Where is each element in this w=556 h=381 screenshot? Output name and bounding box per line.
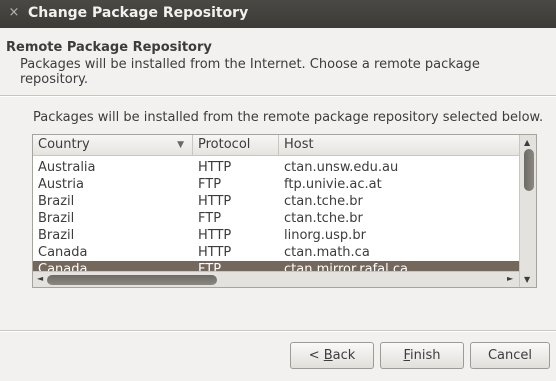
vertical-scrollbar[interactable]: ▲ ▼ <box>519 135 536 287</box>
column-header-host[interactable]: Host <box>279 135 519 155</box>
cell-host: ftp.univie.ac.at <box>284 177 382 192</box>
scroll-right-icon[interactable]: ► <box>507 274 513 283</box>
horizontal-scroll-thumb[interactable] <box>47 275 217 285</box>
intro-text: Packages will be installed from the remo… <box>33 110 544 125</box>
back-button-prefix: < <box>308 348 324 363</box>
cell-protocol: HTTP <box>198 245 232 260</box>
cell-host: ctan.unsw.edu.au <box>284 160 399 175</box>
finish-button[interactable]: Finish <box>380 342 464 369</box>
back-button[interactable]: < Back <box>290 342 374 369</box>
table-row[interactable]: Canada HTTP ctan.math.ca <box>33 244 519 261</box>
scroll-down-icon[interactable]: ▼ <box>524 275 530 284</box>
cell-protocol: HTTP <box>198 160 232 175</box>
footer-divider <box>0 330 556 332</box>
column-header-label: Host <box>284 137 314 152</box>
cell-country: Brazil <box>38 211 75 226</box>
sort-descending-icon: ▼ <box>177 140 184 150</box>
window-titlebar: × Change Package Repository <box>0 0 556 28</box>
column-header-label: Protocol <box>198 137 251 152</box>
column-header-protocol[interactable]: Protocol <box>193 135 279 155</box>
page-description: Packages will be installed from the Inte… <box>20 57 480 87</box>
table-body: Australia HTTP ctan.unsw.edu.au Austria … <box>33 159 519 278</box>
table-header: Country ▼ Protocol Host <box>33 135 519 156</box>
cell-country: Brazil <box>38 228 75 243</box>
page-header: Remote Package Repository Packages will … <box>0 28 556 96</box>
cell-country: Canada <box>38 245 88 260</box>
window-title: Change Package Repository <box>28 5 249 21</box>
cell-host: ctan.tche.br <box>284 194 363 209</box>
cell-host: ctan.math.ca <box>284 245 370 260</box>
cell-host: ctan.tche.br <box>284 211 363 226</box>
cell-protocol: HTTP <box>198 194 232 209</box>
finish-button-rest: inish <box>410 348 441 363</box>
table-row[interactable]: Brazil FTP ctan.tche.br <box>33 210 519 227</box>
table-row[interactable]: Austria FTP ftp.univie.ac.at <box>33 176 519 193</box>
column-header-country[interactable]: Country ▼ <box>33 135 193 155</box>
scroll-up-icon[interactable]: ▲ <box>524 138 530 147</box>
cell-host: linorg.usp.br <box>284 228 366 243</box>
horizontal-scrollbar[interactable]: ◄ ► <box>33 271 519 287</box>
table-row[interactable]: Brazil HTTP ctan.tche.br <box>33 193 519 210</box>
column-header-label: Country <box>38 137 90 152</box>
cell-country: Australia <box>38 160 96 175</box>
cell-country: Austria <box>38 177 84 192</box>
page-title: Remote Package Repository <box>6 40 212 55</box>
cell-protocol: FTP <box>198 177 222 192</box>
scroll-left-icon[interactable]: ◄ <box>37 274 43 283</box>
table-row[interactable]: Australia HTTP ctan.unsw.edu.au <box>33 159 519 176</box>
header-divider <box>0 95 556 97</box>
cell-country: Brazil <box>38 194 75 209</box>
cell-protocol: HTTP <box>198 228 232 243</box>
vertical-scroll-thumb[interactable] <box>524 149 534 191</box>
repository-table: Country ▼ Protocol Host Australia HTTP c… <box>32 134 537 288</box>
table-row[interactable]: Brazil HTTP linorg.usp.br <box>33 227 519 244</box>
back-button-mnemonic: B <box>323 348 333 363</box>
close-icon[interactable]: × <box>6 5 22 21</box>
cell-protocol: FTP <box>198 211 222 226</box>
back-button-rest: ack <box>332 348 356 363</box>
cancel-button[interactable]: Cancel <box>470 342 550 369</box>
